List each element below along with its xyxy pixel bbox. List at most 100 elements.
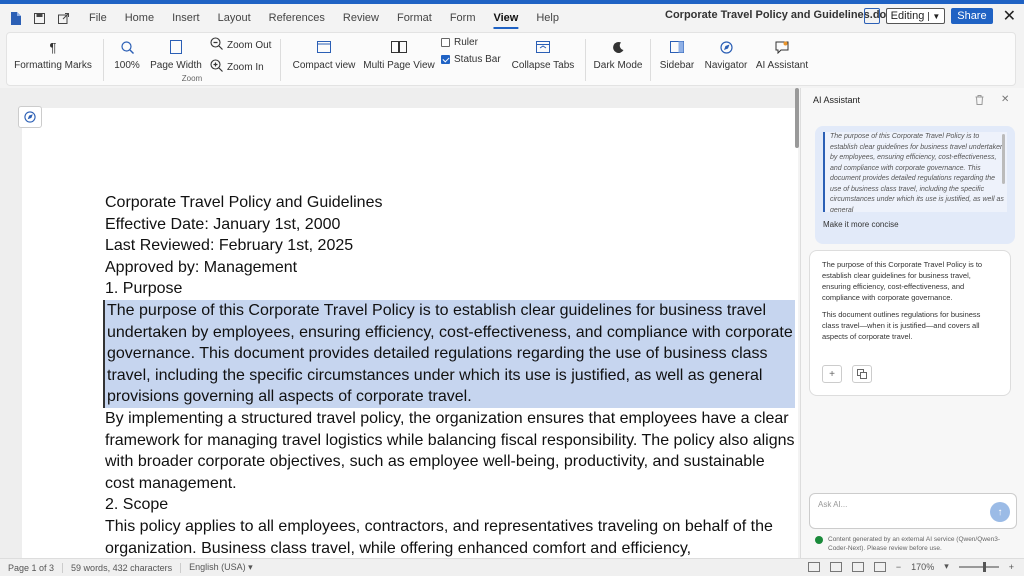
- compact-view-button[interactable]: Compact view: [285, 33, 363, 85]
- menu-references[interactable]: References: [260, 12, 334, 24]
- sidebar-label: Sidebar: [659, 60, 695, 71]
- menu-home[interactable]: Home: [116, 12, 163, 24]
- sidebar-view-icon[interactable]: [873, 561, 886, 572]
- save-icon[interactable]: [30, 9, 48, 27]
- zoom-slider[interactable]: [958, 561, 999, 572]
- language-label: English (USA): [189, 562, 246, 572]
- menu-review[interactable]: Review: [334, 12, 388, 24]
- ask-ai-input[interactable]: Ask AI... ↑: [809, 493, 1017, 529]
- word-count[interactable]: 59 words, 432 characters: [63, 562, 182, 573]
- book-view-icon[interactable]: [829, 561, 842, 572]
- multi-page-view-label: Multi Page View: [363, 60, 435, 71]
- chevron-down-icon: ▼: [928, 11, 940, 21]
- editing-mode-label: Editing: [890, 10, 925, 22]
- document-body[interactable]: Corporate Travel Policy and Guidelines E…: [103, 192, 795, 559]
- menu-help[interactable]: Help: [527, 12, 568, 24]
- collapse-tabs-button[interactable]: Collapse Tabs: [505, 33, 581, 85]
- ai-assistant-label: AI Assistant: [755, 60, 809, 71]
- trash-icon[interactable]: [975, 95, 984, 107]
- zoom-out-label: Zoom Out: [227, 39, 272, 51]
- status-bar-checkbox[interactable]: Status Bar: [441, 54, 505, 65]
- compass-icon: [24, 111, 36, 123]
- zoom-in-icon: [210, 59, 223, 75]
- doc-effective-date[interactable]: Effective Date: January 1st, 2000: [105, 214, 795, 236]
- zoom-group: 100% Page Width Zoom Out Zoom In Zoom: [108, 33, 276, 85]
- view-controls: − 170% ▾ +: [807, 561, 1014, 572]
- collapse-tabs-label: Collapse Tabs: [511, 60, 575, 71]
- navigator-float-button[interactable]: [18, 106, 42, 128]
- menu-insert[interactable]: Insert: [163, 12, 209, 24]
- ai-assistant-button[interactable]: AI Assistant: [753, 33, 811, 85]
- doc-approved-by[interactable]: Approved by: Management: [105, 257, 795, 279]
- sidebar-toggle-icon[interactable]: [863, 8, 880, 24]
- editing-mode-dropdown[interactable]: Editing ▼: [885, 8, 946, 24]
- open-external-icon[interactable]: [54, 9, 72, 27]
- status-bar-label: Status Bar: [454, 54, 501, 65]
- ruler-check-box[interactable]: [441, 38, 450, 47]
- zoom-out-status-icon[interactable]: −: [896, 562, 901, 572]
- doc-title-line[interactable]: Corporate Travel Policy and Guidelines: [105, 192, 795, 214]
- menu-format[interactable]: Format: [388, 12, 441, 24]
- zoom-level[interactable]: 170%: [911, 562, 934, 572]
- dark-mode-label: Dark Mode: [593, 60, 643, 71]
- document-scrollbar[interactable]: [795, 88, 799, 148]
- ai-response: The purpose of this Corporate Travel Pol…: [809, 250, 1011, 396]
- disclaimer-text: Content generated by an external AI serv…: [828, 536, 1000, 552]
- user-request: Make it more concise: [823, 220, 899, 229]
- response-actions: +: [822, 365, 872, 383]
- ask-ai-placeholder: Ask AI...: [818, 500, 848, 509]
- ruler-checkbox[interactable]: Ruler: [441, 37, 505, 48]
- ai-chat-icon: [774, 39, 790, 55]
- quote-scrollbar[interactable]: [1002, 134, 1005, 184]
- magnifier-icon: [119, 39, 135, 55]
- document-icon[interactable]: [6, 9, 24, 27]
- menu-form[interactable]: Form: [441, 12, 485, 24]
- dark-mode-button[interactable]: Dark Mode: [590, 33, 646, 85]
- doc-heading-scope[interactable]: 2. Scope: [105, 494, 795, 516]
- insert-button[interactable]: +: [822, 365, 842, 383]
- menu-view[interactable]: View: [484, 12, 527, 24]
- moon-icon: [610, 39, 626, 55]
- chevron-down-icon[interactable]: ▾: [944, 561, 949, 572]
- formatting-marks-button[interactable]: ¶ Formatting Marks: [7, 33, 99, 85]
- ai-disclaimer: Content generated by an external AI serv…: [815, 535, 1015, 553]
- pilcrow-icon: ¶: [49, 39, 57, 55]
- navigator-button[interactable]: Navigator: [699, 33, 753, 85]
- selected-paragraph[interactable]: The purpose of this Corporate Travel Pol…: [103, 299, 795, 408]
- ribbon-separator: [280, 39, 281, 81]
- copy-button[interactable]: [852, 365, 872, 383]
- zoom-out-button[interactable]: Zoom Out: [210, 37, 276, 53]
- ribbon-separator: [650, 39, 651, 81]
- doc-paragraph[interactable]: By implementing a structured travel poli…: [105, 408, 795, 494]
- formatting-marks-label: Formatting Marks: [14, 60, 92, 71]
- quoted-text: The purpose of this Corporate Travel Pol…: [830, 133, 1004, 212]
- multi-page-view-button[interactable]: Multi Page View: [363, 33, 435, 85]
- close-icon[interactable]: ✕: [1001, 94, 1009, 105]
- share-button[interactable]: Share: [951, 8, 993, 24]
- compass-icon: [718, 39, 734, 55]
- doc-heading-purpose[interactable]: 1. Purpose: [105, 278, 795, 300]
- copy-icon: [857, 369, 867, 379]
- menu-file[interactable]: File: [80, 12, 116, 24]
- page-count[interactable]: Page 1 of 3: [0, 562, 64, 573]
- menu-layout[interactable]: Layout: [209, 12, 260, 24]
- zoom-in-status-icon[interactable]: +: [1009, 562, 1014, 572]
- close-icon[interactable]: ✕: [1003, 6, 1016, 26]
- ribbon-separator: [585, 39, 586, 81]
- collapse-tabs-icon: [535, 39, 551, 55]
- doc-last-reviewed[interactable]: Last Reviewed: February 1st, 2025: [105, 235, 795, 257]
- sidebar-button[interactable]: Sidebar: [655, 33, 699, 85]
- page-width-label: Page Width: [150, 60, 202, 71]
- view-ribbon: ¶ Formatting Marks 100% Page Width Zoom …: [6, 32, 1016, 86]
- send-button[interactable]: ↑: [990, 502, 1010, 522]
- language-selector[interactable]: English (USA) ▾: [181, 562, 261, 573]
- status-bar-check-box[interactable]: [441, 55, 450, 64]
- multi-page-view-icon[interactable]: [807, 561, 820, 572]
- zoom-in-button[interactable]: Zoom In: [210, 59, 276, 75]
- doc-paragraph[interactable]: This policy applies to all employees, co…: [105, 516, 795, 559]
- ai-response-text: The purpose of this Corporate Travel Pol…: [822, 260, 983, 302]
- quoted-selection: The purpose of this Corporate Travel Pol…: [823, 132, 1007, 212]
- single-page-view-icon[interactable]: [851, 561, 864, 572]
- status-dot-icon: [815, 536, 823, 544]
- multi-page-icon: [391, 39, 407, 55]
